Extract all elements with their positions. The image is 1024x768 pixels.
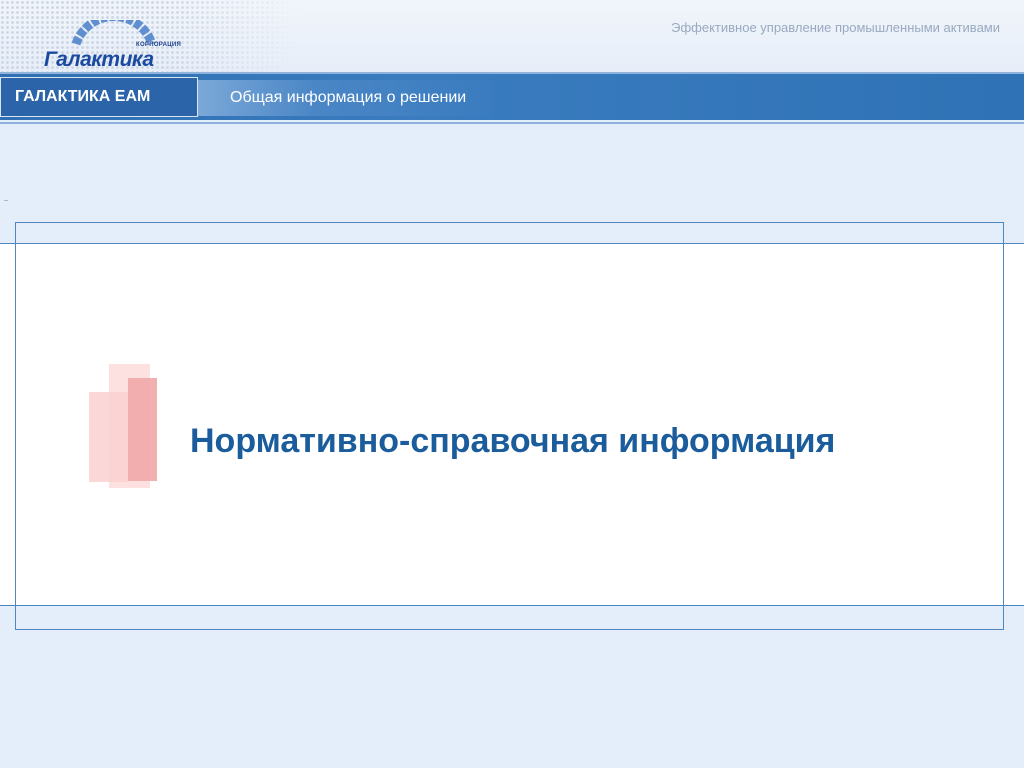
decor-rect-left: [89, 392, 128, 482]
nav-divider-bottom: [0, 122, 1024, 124]
section-tab[interactable]: Общая информация о решении: [198, 80, 490, 116]
galaktika-logo: КОРПОРАЦИЯ Галактика: [44, 20, 184, 71]
brand-tab[interactable]: ГАЛАКТИКА ЕАМ: [0, 77, 198, 117]
decor-rect-front: [128, 378, 157, 481]
logo-wordmark: Галактика: [44, 48, 154, 71]
small-mark: [4, 200, 8, 201]
page-title: Нормативно-справочная информация: [190, 422, 836, 460]
tagline: Эффективное управление промышленными акт…: [671, 20, 1000, 35]
